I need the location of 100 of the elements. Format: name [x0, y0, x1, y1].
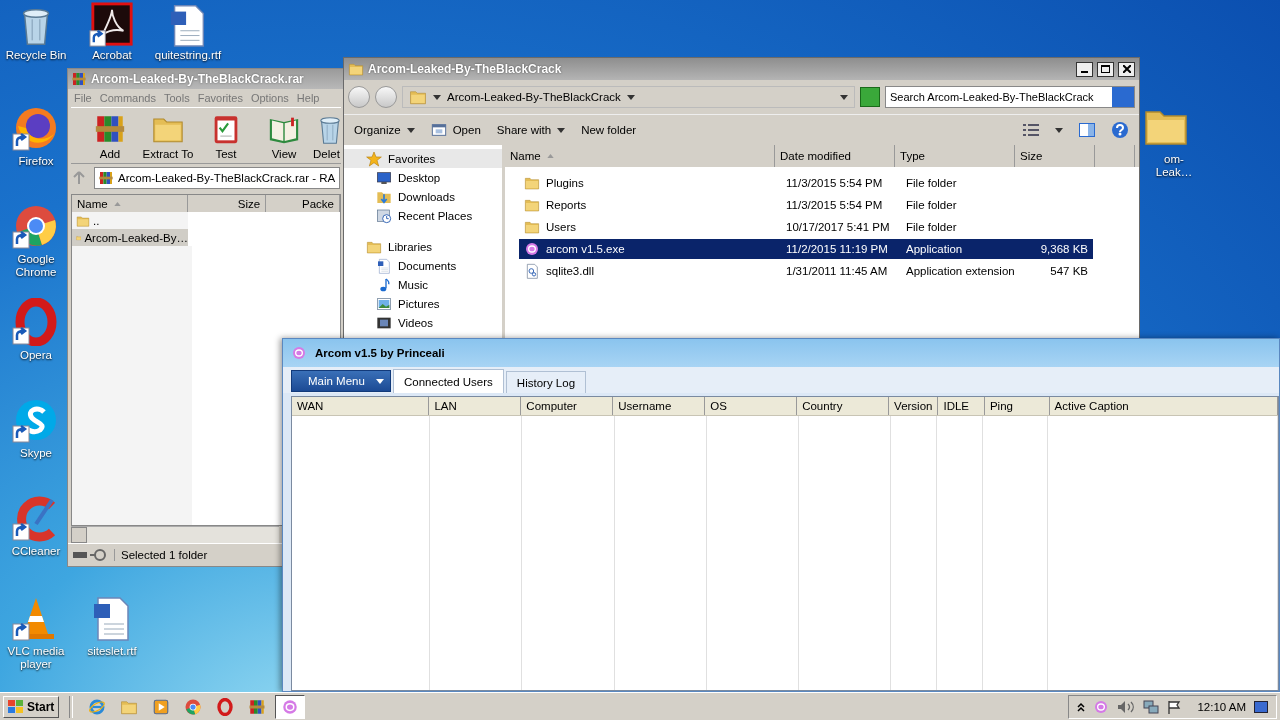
toolbar-button[interactable]: Delet — [313, 112, 343, 160]
open-icon — [430, 122, 447, 138]
column-header[interactable]: OS — [705, 397, 798, 415]
column-header[interactable]: Active Caption — [1049, 397, 1278, 415]
column-header[interactable]: Size — [1015, 145, 1095, 167]
column-header[interactable]: IDLE — [938, 397, 985, 415]
speaker-icon[interactable] — [1117, 699, 1136, 714]
nav-item[interactable]: Favorites — [344, 149, 502, 168]
windows-logo-icon — [8, 699, 24, 714]
column-header[interactable]: Username — [613, 397, 706, 415]
play-icon — [152, 697, 171, 716]
window-title: Arcom v1.5 by Princeali — [315, 347, 445, 359]
swirl-icon — [524, 241, 540, 257]
column-header[interactable]: WAN — [292, 397, 430, 415]
toolbar-button[interactable]: View — [255, 112, 313, 160]
date-modified: 11/3/2015 5:54 PM — [785, 177, 884, 189]
file-row[interactable]: .. — [72, 212, 188, 229]
file-name: Arcom-Leaked-By… — [84, 231, 188, 244]
date-modified: 1/31/2011 11:45 AM — [785, 265, 889, 277]
flag-icon[interactable] — [1167, 699, 1182, 714]
help-icon[interactable] — [1111, 121, 1129, 139]
tab[interactable]: History Log — [505, 371, 587, 393]
caret-icon — [406, 127, 415, 133]
file-type: File folder — [905, 199, 958, 211]
column-header[interactable]: Size — [188, 195, 267, 212]
desktop-icon-label[interactable]: quitestring.rtf — [154, 49, 222, 62]
nav-item[interactable]: Videos — [344, 313, 502, 332]
file-row[interactable]: sqlite3.dll 1/31/2011 11:45 AM Application extension 547 KB — [519, 261, 1093, 281]
refresh-button[interactable] — [860, 87, 880, 107]
chevron-icon[interactable] — [1077, 701, 1086, 712]
desktop-icon-label[interactable]: Recycle Bin — [5, 49, 67, 62]
column-header[interactable]: Date modified — [775, 145, 895, 167]
desktop-icon-label[interactable]: Firefox — [18, 155, 54, 168]
column-header[interactable]: Country — [797, 397, 890, 415]
nav-item[interactable]: Recent Places — [344, 206, 502, 225]
file-row[interactable]: Arcom-Leaked-By… — [72, 229, 188, 246]
nav-item[interactable]: Pictures — [344, 294, 502, 313]
archive-icon — [248, 697, 267, 716]
tab[interactable]: Connected Users — [393, 369, 504, 393]
folder-icon — [524, 197, 540, 213]
nav-item[interactable]: Desktop — [344, 168, 502, 187]
swirl-icon — [281, 697, 300, 716]
toolbar-button[interactable]: Extract To — [139, 112, 197, 160]
clock[interactable]: 12:10 AM — [1197, 700, 1246, 713]
sort-icon — [113, 201, 121, 206]
path-field[interactable]: Arcom-Leaked-By-TheBlackCrack.rar - RA — [94, 167, 340, 189]
column-header[interactable]: Type — [895, 145, 1015, 167]
caret-icon — [1055, 127, 1063, 133]
show-desktop-icon[interactable] — [1254, 699, 1268, 714]
date-modified: 11/3/2015 5:54 PM — [785, 199, 884, 211]
maximize-button[interactable] — [1097, 61, 1114, 77]
swirl-icon — [291, 345, 307, 361]
nav-item[interactable]: Music — [344, 275, 502, 294]
toolbar-button[interactable]: Open — [430, 122, 481, 138]
column-header[interactable]: Version — [889, 397, 939, 415]
taskbar-button[interactable] — [275, 694, 306, 719]
menu-button[interactable]: Main Menu — [291, 370, 391, 392]
archive-icon — [71, 71, 87, 87]
nav-item[interactable]: Downloads — [344, 187, 502, 206]
minimize-button[interactable] — [1076, 61, 1093, 77]
desktop-icon-label[interactable]: om-Leak… — [1149, 153, 1199, 179]
column-header[interactable]: Name — [505, 145, 775, 167]
nav-item[interactable]: Libraries — [344, 237, 502, 256]
desktop-icon-label[interactable]: Acrobat — [92, 49, 132, 62]
file-name: Plugins — [546, 177, 584, 189]
file-row[interactable]: Reports 11/3/2015 5:54 PM File folder — [519, 195, 1093, 215]
close-button[interactable] — [1118, 61, 1135, 77]
network-icon[interactable] — [1143, 699, 1160, 714]
desktop-icon-label[interactable]: Google Chrome — [3, 253, 69, 279]
drive-icon — [72, 549, 108, 561]
search-field[interactable]: Search Arcom-Leaked-By-TheBlackCrack — [885, 86, 1135, 108]
nav-item[interactable]: Documents — [344, 256, 502, 275]
window-title: Arcom-Leaked-By-TheBlackCrack — [368, 62, 563, 76]
monitor-icon — [376, 169, 392, 186]
column-header[interactable]: Ping — [984, 397, 1050, 415]
toolbar-button[interactable]: Organize — [354, 124, 415, 136]
desktop-icon-label[interactable]: Opera — [20, 349, 52, 362]
toolbar-button[interactable]: New folder — [581, 124, 637, 136]
breadcrumb[interactable]: Arcom-Leaked-By-TheBlackCrack — [447, 91, 621, 103]
toolbar-button[interactable]: Share with — [496, 124, 566, 136]
preview-pane-icon[interactable] — [1079, 123, 1095, 137]
toolbar-button[interactable]: Add — [81, 112, 139, 160]
view-icon[interactable] — [1023, 123, 1039, 137]
file-row[interactable]: Users 10/17/2017 5:41 PM File folder — [519, 217, 1093, 237]
column-header[interactable]: LAN — [429, 397, 522, 415]
file-name: .. — [93, 214, 100, 227]
column-header[interactable]: Packe — [266, 195, 340, 212]
file-row[interactable]: Plugins 11/3/2015 5:54 PM File folder — [519, 173, 1093, 193]
toolbar-button[interactable]: Test — [197, 112, 255, 160]
file-icon — [524, 263, 540, 279]
address-bar[interactable]: Arcom-Leaked-By-TheBlackCrack — [402, 86, 855, 108]
back-button[interactable] — [348, 86, 370, 108]
browser-icon — [88, 697, 107, 716]
start-button[interactable]: Start — [3, 695, 60, 718]
scrollbar[interactable] — [71, 526, 279, 543]
column-header[interactable]: Computer — [521, 397, 614, 415]
file-row[interactable]: arcom v1.5.exe 11/2/2015 11:19 PM Application 9,368 KB — [519, 239, 1093, 259]
forward-button[interactable] — [375, 86, 397, 108]
recent-icon — [376, 207, 392, 224]
sort-icon — [546, 154, 554, 158]
